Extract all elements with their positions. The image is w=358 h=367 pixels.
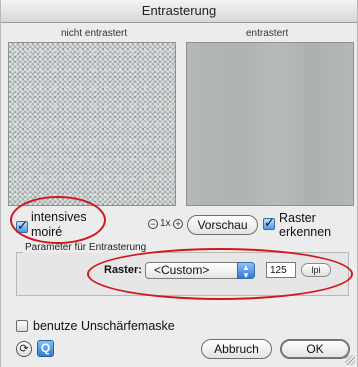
preview-button[interactable]: Vorschau xyxy=(187,215,258,235)
detect-raster-label-line2: erkennen xyxy=(279,225,332,239)
preview-descreened[interactable] xyxy=(186,42,354,206)
intensive-moire-label-line2: moiré xyxy=(31,225,63,239)
preview-original[interactable] xyxy=(8,42,176,206)
zoom-in-icon[interactable]: + xyxy=(173,219,183,229)
raster-value-input[interactable] xyxy=(266,262,296,278)
unit-button[interactable]: lpi xyxy=(301,263,331,277)
unsharp-mask-label: benutze Unschärfemaske xyxy=(33,319,175,333)
resize-grip[interactable] xyxy=(345,355,355,365)
zoom-level: 1x xyxy=(160,218,171,229)
intensive-moire-checkbox[interactable]: ✓ xyxy=(16,218,28,233)
unsharp-mask-checkbox[interactable] xyxy=(16,320,28,332)
raster-label: Raster: xyxy=(104,264,142,276)
detect-raster-label-line1: Raster xyxy=(279,211,316,225)
updown-arrows-icon: ▲ ▼ xyxy=(237,262,255,280)
intensive-moire-label-line1: intensives xyxy=(31,210,87,224)
raster-select[interactable]: <Custom> ▲ ▼ xyxy=(145,262,255,280)
preview-mode-icon[interactable]: ⟳ xyxy=(16,341,32,357)
entrasterung-dialog: Entrasterung nicht entrastert entrastert… xyxy=(0,0,358,367)
checkmark-icon: ✓ xyxy=(264,215,275,230)
preview-label-original: nicht entrastert xyxy=(61,28,128,39)
raster-select-value: <Custom> xyxy=(154,263,210,277)
parameter-group-label: Parameter für Entrasterung xyxy=(23,242,149,253)
preview-label-descreened: entrastert xyxy=(246,28,289,39)
checkmark-icon: ✓ xyxy=(17,218,28,233)
zoom-out-icon[interactable]: − xyxy=(148,219,158,229)
ok-button[interactable]: OK xyxy=(280,339,350,359)
cancel-button[interactable]: Abbruch xyxy=(201,339,272,359)
window-title: Entrasterung xyxy=(1,0,357,23)
detect-raster-checkbox[interactable]: ✓ xyxy=(263,215,275,230)
zoom-tool-icon[interactable]: Q xyxy=(37,340,54,357)
